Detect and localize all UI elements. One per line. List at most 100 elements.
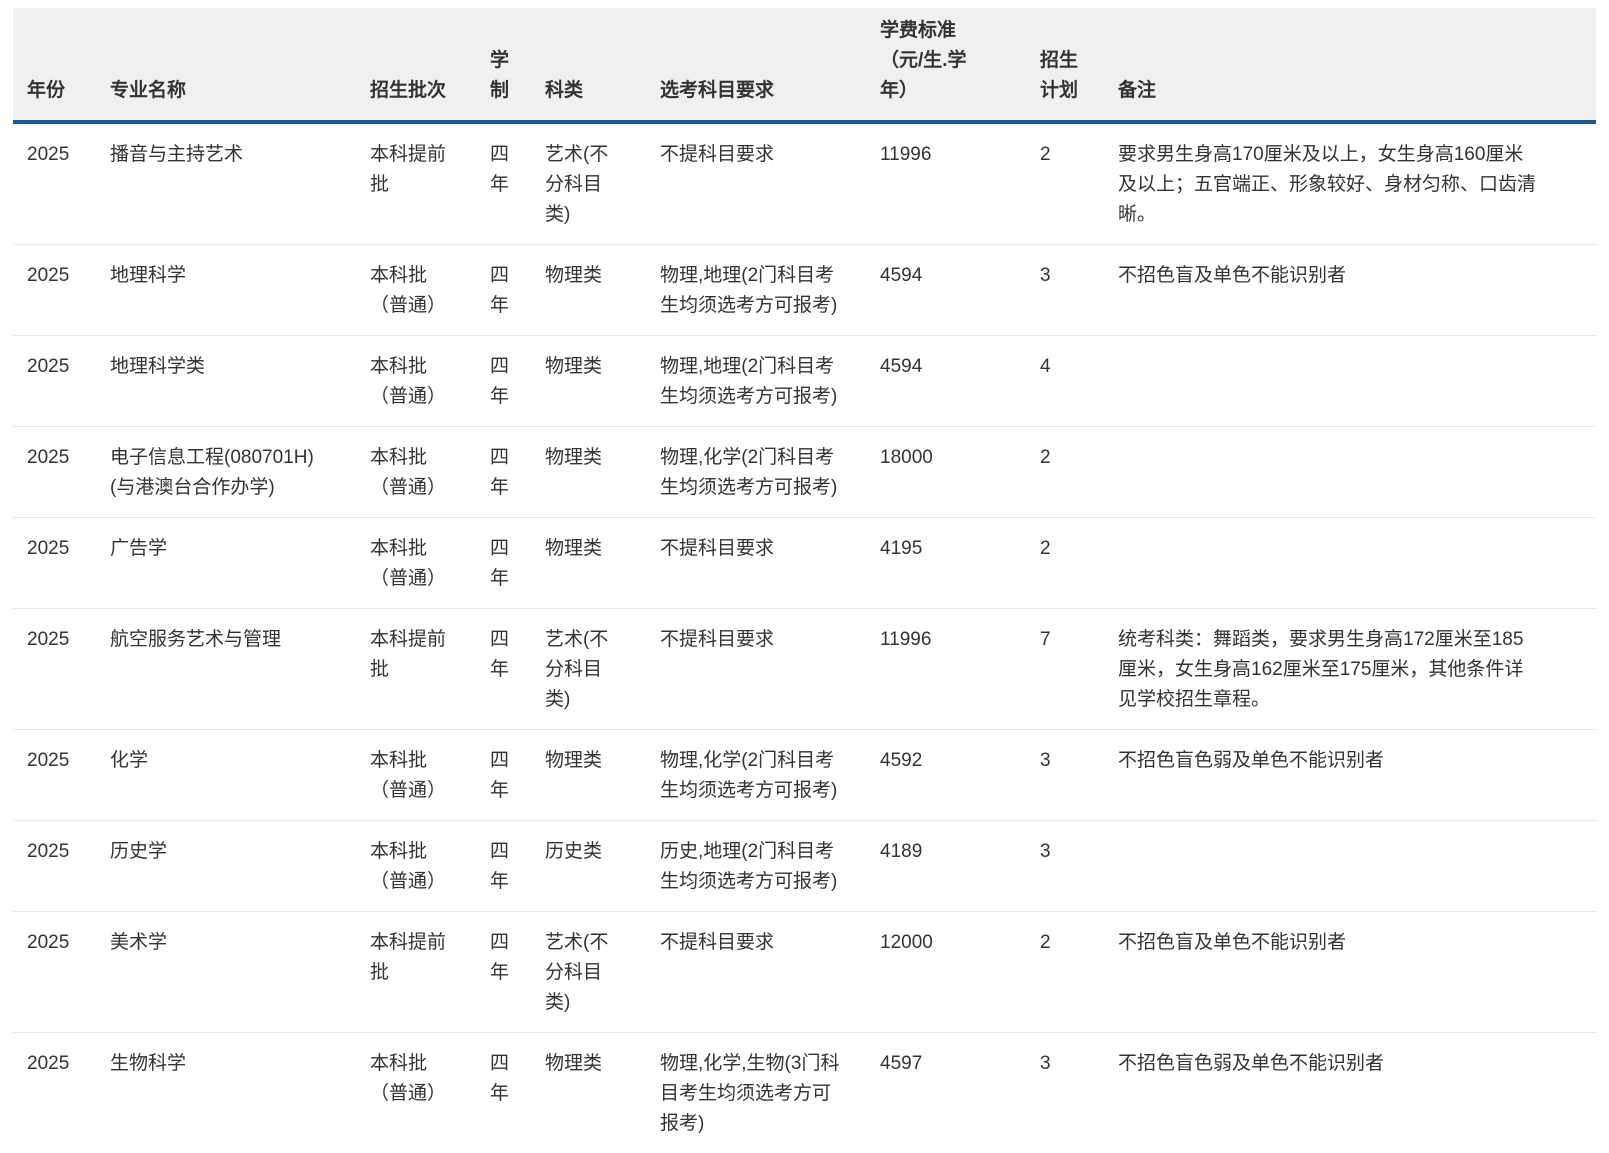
- cell-batch: 本科批（普通）: [370, 1033, 490, 1153]
- cell-year: 2025: [13, 518, 110, 609]
- cell-duration: 四年: [490, 609, 545, 730]
- cell-duration: 四年: [490, 912, 545, 1033]
- cell-year: 2025: [13, 122, 110, 245]
- cell-major: 美术学: [110, 912, 370, 1033]
- table-row: 2025电子信息工程(080701H)(与港澳台合作办学)本科批（普通）四年物理…: [13, 427, 1596, 518]
- cell-remark: [1118, 336, 1596, 427]
- cell-major: 历史学: [110, 821, 370, 912]
- cell-plan: 4: [1040, 336, 1118, 427]
- cell-category: 艺术(不分科目类): [545, 912, 660, 1033]
- cell-remark: 不招色盲及单色不能识别者: [1118, 912, 1596, 1033]
- table-body: 2025播音与主持艺术本科提前批四年艺术(不分科目类)不提科目要求119962要…: [13, 122, 1596, 1153]
- cell-category: 物理类: [545, 427, 660, 518]
- cell-batch: 本科批（普通）: [370, 336, 490, 427]
- cell-subjects: 物理,化学(2门科目考生均须选考方可报考): [660, 427, 880, 518]
- cell-remark: 不招色盲色弱及单色不能识别者: [1118, 730, 1596, 821]
- cell-plan: 2: [1040, 427, 1118, 518]
- cell-year: 2025: [13, 245, 110, 336]
- table-row: 2025广告学本科批（普通）四年物理类不提科目要求41952: [13, 518, 1596, 609]
- cell-remark: 不招色盲色弱及单色不能识别者: [1118, 1033, 1596, 1153]
- cell-remark: [1118, 427, 1596, 518]
- cell-duration: 四年: [490, 245, 545, 336]
- cell-year: 2025: [13, 912, 110, 1033]
- table-row: 2025地理科学本科批（普通）四年物理类物理,地理(2门科目考生均须选考方可报考…: [13, 245, 1596, 336]
- cell-major: 电子信息工程(080701H)(与港澳台合作办学): [110, 427, 370, 518]
- table-row: 2025美术学本科提前批四年艺术(不分科目类)不提科目要求120002不招色盲及…: [13, 912, 1596, 1033]
- cell-plan: 2: [1040, 122, 1118, 245]
- table-row: 2025地理科学类本科批（普通）四年物理类物理,地理(2门科目考生均须选考方可报…: [13, 336, 1596, 427]
- cell-tuition: 4597: [880, 1033, 1040, 1153]
- cell-year: 2025: [13, 427, 110, 518]
- cell-tuition: 4594: [880, 336, 1040, 427]
- cell-major: 广告学: [110, 518, 370, 609]
- cell-subjects: 历史,地理(2门科目考生均须选考方可报考): [660, 821, 880, 912]
- cell-tuition: 4592: [880, 730, 1040, 821]
- cell-remark: 要求男生身高170厘米及以上，女生身高160厘米及以上；五官端正、形象较好、身材…: [1118, 122, 1596, 245]
- cell-duration: 四年: [490, 518, 545, 609]
- cell-year: 2025: [13, 821, 110, 912]
- cell-plan: 3: [1040, 1033, 1118, 1153]
- cell-subjects: 不提科目要求: [660, 122, 880, 245]
- cell-subjects: 不提科目要求: [660, 518, 880, 609]
- cell-duration: 四年: [490, 1033, 545, 1153]
- cell-year: 2025: [13, 336, 110, 427]
- cell-batch: 本科批（普通）: [370, 427, 490, 518]
- cell-year: 2025: [13, 1033, 110, 1153]
- column-header-major: 专业名称: [110, 8, 370, 122]
- cell-subjects: 物理,地理(2门科目考生均须选考方可报考): [660, 336, 880, 427]
- column-header-year: 年份: [13, 8, 110, 122]
- cell-batch: 本科提前批: [370, 912, 490, 1033]
- cell-category: 艺术(不分科目类): [545, 122, 660, 245]
- cell-category: 历史类: [545, 821, 660, 912]
- cell-major: 航空服务艺术与管理: [110, 609, 370, 730]
- cell-subjects: 物理,地理(2门科目考生均须选考方可报考): [660, 245, 880, 336]
- column-header-subjects: 选考科目要求: [660, 8, 880, 122]
- cell-major: 化学: [110, 730, 370, 821]
- admission-plan-table-container: 年份专业名称招生批次学制科类选考科目要求学费标准（元/生.学年）招生计划备注 2…: [0, 0, 1609, 1153]
- table-row: 2025航空服务艺术与管理本科提前批四年艺术(不分科目类)不提科目要求11996…: [13, 609, 1596, 730]
- cell-remark: 不招色盲及单色不能识别者: [1118, 245, 1596, 336]
- cell-subjects: 不提科目要求: [660, 912, 880, 1033]
- column-header-batch: 招生批次: [370, 8, 490, 122]
- table-row: 2025生物科学本科批（普通）四年物理类物理,化学,生物(3门科目考生均须选考方…: [13, 1033, 1596, 1153]
- cell-tuition: 4195: [880, 518, 1040, 609]
- cell-duration: 四年: [490, 427, 545, 518]
- cell-duration: 四年: [490, 730, 545, 821]
- cell-subjects: 物理,化学(2门科目考生均须选考方可报考): [660, 730, 880, 821]
- cell-plan: 7: [1040, 609, 1118, 730]
- cell-batch: 本科批（普通）: [370, 730, 490, 821]
- cell-plan: 2: [1040, 518, 1118, 609]
- cell-batch: 本科批（普通）: [370, 821, 490, 912]
- cell-year: 2025: [13, 609, 110, 730]
- cell-duration: 四年: [490, 336, 545, 427]
- column-header-plan: 招生计划: [1040, 8, 1118, 122]
- header-row: 年份专业名称招生批次学制科类选考科目要求学费标准（元/生.学年）招生计划备注: [13, 8, 1596, 122]
- cell-plan: 3: [1040, 821, 1118, 912]
- column-header-remark: 备注: [1118, 8, 1596, 122]
- cell-batch: 本科批（普通）: [370, 245, 490, 336]
- cell-major: 生物科学: [110, 1033, 370, 1153]
- admission-plan-table: 年份专业名称招生批次学制科类选考科目要求学费标准（元/生.学年）招生计划备注 2…: [13, 8, 1596, 1153]
- cell-tuition: 4594: [880, 245, 1040, 336]
- cell-tuition: 18000: [880, 427, 1040, 518]
- column-header-category: 科类: [545, 8, 660, 122]
- table-row: 2025播音与主持艺术本科提前批四年艺术(不分科目类)不提科目要求119962要…: [13, 122, 1596, 245]
- cell-subjects: 不提科目要求: [660, 609, 880, 730]
- cell-category: 物理类: [545, 518, 660, 609]
- table-row: 2025化学本科批（普通）四年物理类物理,化学(2门科目考生均须选考方可报考)4…: [13, 730, 1596, 821]
- cell-remark: [1118, 821, 1596, 912]
- cell-category: 物理类: [545, 336, 660, 427]
- cell-major: 播音与主持艺术: [110, 122, 370, 245]
- cell-plan: 2: [1040, 912, 1118, 1033]
- cell-major: 地理科学类: [110, 336, 370, 427]
- cell-batch: 本科提前批: [370, 609, 490, 730]
- table-header: 年份专业名称招生批次学制科类选考科目要求学费标准（元/生.学年）招生计划备注: [13, 8, 1596, 122]
- cell-category: 物理类: [545, 730, 660, 821]
- cell-batch: 本科批（普通）: [370, 518, 490, 609]
- column-header-tuition: 学费标准（元/生.学年）: [880, 8, 1040, 122]
- table-row: 2025历史学本科批（普通）四年历史类历史,地理(2门科目考生均须选考方可报考)…: [13, 821, 1596, 912]
- cell-plan: 3: [1040, 730, 1118, 821]
- column-header-duration: 学制: [490, 8, 545, 122]
- cell-tuition: 11996: [880, 122, 1040, 245]
- cell-duration: 四年: [490, 821, 545, 912]
